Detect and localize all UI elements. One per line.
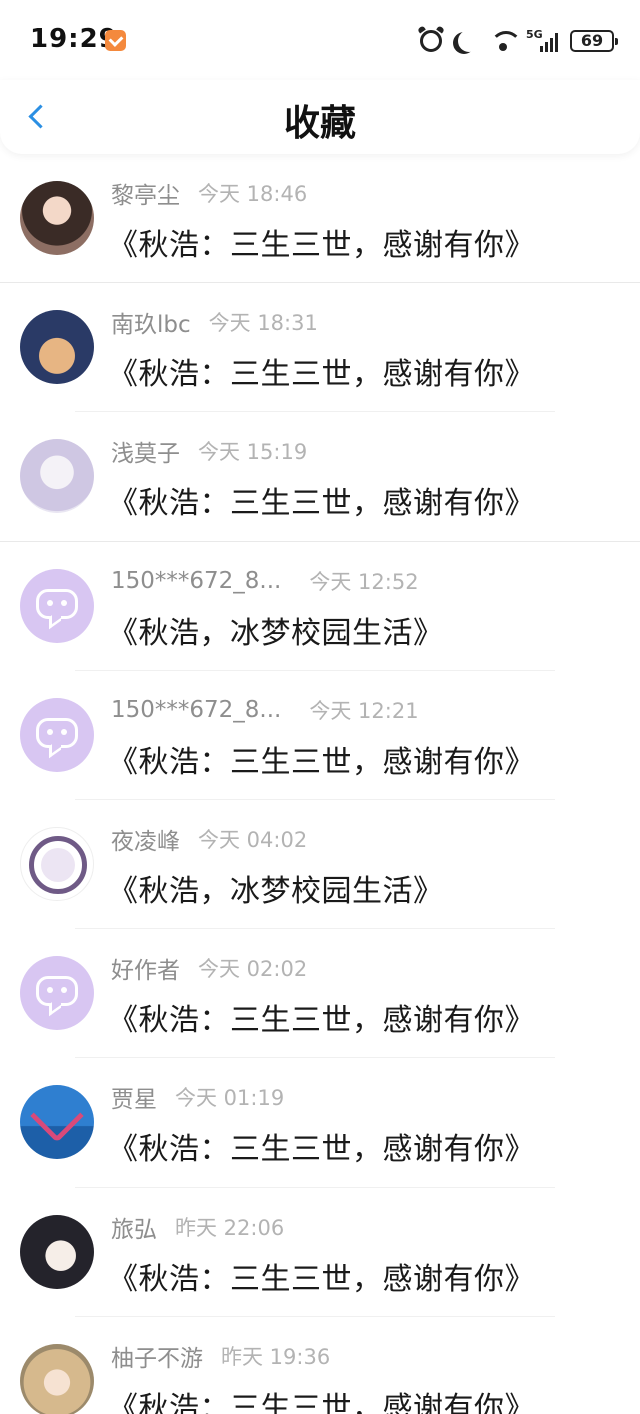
app-notification-icon (105, 30, 126, 51)
avatar[interactable] (20, 439, 94, 514)
user-name[interactable]: 南玖lbc (111, 305, 191, 339)
status-bar: 19:29 5G 69 (0, 0, 640, 80)
chat-bubble-icon (36, 588, 78, 619)
user-name[interactable]: 夜凌峰 (111, 822, 180, 856)
page-title: 收藏 (283, 103, 356, 144)
network-type-label: 5G (526, 28, 543, 41)
cellular-signal-icon: 5G (526, 28, 560, 52)
list-item[interactable]: 柚子不游 昨天 19:36 《秋浩：三生三世，感谢有你》 (0, 1317, 640, 1414)
avatar[interactable] (20, 1214, 94, 1289)
post-title[interactable]: 《秋浩：三生三世，感谢有你》 (108, 995, 535, 1039)
list-item[interactable]: 贾星 今天 01:19 《秋浩：三生三世，感谢有你》 (0, 1058, 640, 1188)
list-item[interactable]: 黎亭尘 今天 18:46 《秋浩：三生三世，感谢有你》 (0, 154, 640, 284)
avatar[interactable] (20, 568, 94, 643)
list-item[interactable]: 150***672_8... 今天 12:21 《秋浩：三生三世，感谢有你》 (0, 671, 640, 800)
avatar[interactable] (20, 1343, 94, 1414)
post-title[interactable]: 《秋浩：三生三世，感谢有你》 (108, 1383, 535, 1414)
favorites-list: 黎亭尘 今天 18:46 《秋浩：三生三世，感谢有你》 南玖lbc 今天 18:… (0, 154, 640, 1414)
timestamp: 今天 15:19 (198, 440, 308, 465)
post-title[interactable]: 《秋浩：三生三世，感谢有你》 (108, 478, 535, 522)
timestamp: 今天 04:02 (198, 827, 308, 852)
post-title[interactable]: 《秋浩：三生三世，感谢有你》 (108, 1124, 535, 1168)
post-title[interactable]: 《秋浩：三生三世，感谢有你》 (108, 737, 535, 781)
top-nav-bar: 收藏 (0, 80, 640, 154)
timestamp: 今天 12:21 (309, 698, 419, 723)
user-name[interactable]: 浅莫子 (111, 434, 180, 468)
list-item[interactable]: 夜凌峰 今天 04:02 《秋浩，冰梦校园生活》 (0, 800, 640, 930)
timestamp: 今天 12:52 (309, 569, 419, 594)
post-title[interactable]: 《秋浩，冰梦校园生活》 (108, 866, 444, 910)
timestamp: 今天 18:46 (198, 182, 308, 206)
user-name[interactable]: 贾星 (111, 1080, 157, 1114)
user-name[interactable]: 黎亭尘 (111, 176, 180, 210)
user-name[interactable]: 150***672_8... (111, 568, 281, 594)
timestamp: 今天 01:19 (175, 1086, 285, 1111)
avatar[interactable] (20, 826, 94, 901)
list-item[interactable]: 南玖lbc 今天 18:31 《秋浩：三生三世，感谢有你》 (0, 283, 640, 413)
timestamp: 今天 18:31 (208, 311, 318, 336)
user-name[interactable]: 柚子不游 (111, 1339, 203, 1373)
user-name[interactable]: 旅弘 (111, 1210, 157, 1244)
timestamp: 昨天 19:36 (221, 1344, 331, 1369)
timestamp: 今天 02:02 (198, 957, 308, 982)
post-title[interactable]: 《秋浩：三生三世，感谢有你》 (108, 349, 535, 393)
post-title[interactable]: 《秋浩：三生三世，感谢有你》 (108, 220, 535, 264)
user-name[interactable]: 150***672_8... (111, 697, 281, 723)
battery-icon: 69 (570, 30, 618, 52)
chat-bubble-icon (36, 976, 78, 1007)
avatar[interactable] (20, 1085, 94, 1160)
heart-icon (30, 1089, 84, 1144)
user-name[interactable]: 好作者 (111, 951, 180, 985)
list-item[interactable]: 150***672_8... 今天 12:52 《秋浩，冰梦校园生活》 (0, 542, 640, 671)
post-title[interactable]: 《秋浩：三生三世，感谢有你》 (108, 1254, 535, 1298)
do-not-disturb-moon-icon (458, 30, 480, 52)
avatar[interactable] (20, 956, 94, 1031)
post-title[interactable]: 《秋浩，冰梦校园生活》 (108, 608, 444, 652)
avatar[interactable] (20, 181, 94, 255)
alarm-icon (420, 30, 442, 52)
list-item[interactable]: 好作者 今天 02:02 《秋浩：三生三世，感谢有你》 (0, 929, 640, 1059)
list-item[interactable]: 浅莫子 今天 15:19 《秋浩：三生三世，感谢有你》 (0, 412, 640, 542)
avatar[interactable] (20, 697, 94, 772)
list-item[interactable]: 旅弘 昨天 22:06 《秋浩：三生三世，感谢有你》 (0, 1188, 640, 1317)
chat-bubble-icon (36, 717, 78, 748)
status-icons: 5G 69 (420, 26, 618, 56)
wifi-icon (490, 31, 522, 51)
battery-level: 69 (580, 31, 604, 50)
timestamp: 昨天 22:06 (175, 1215, 285, 1240)
avatar[interactable] (20, 310, 94, 385)
